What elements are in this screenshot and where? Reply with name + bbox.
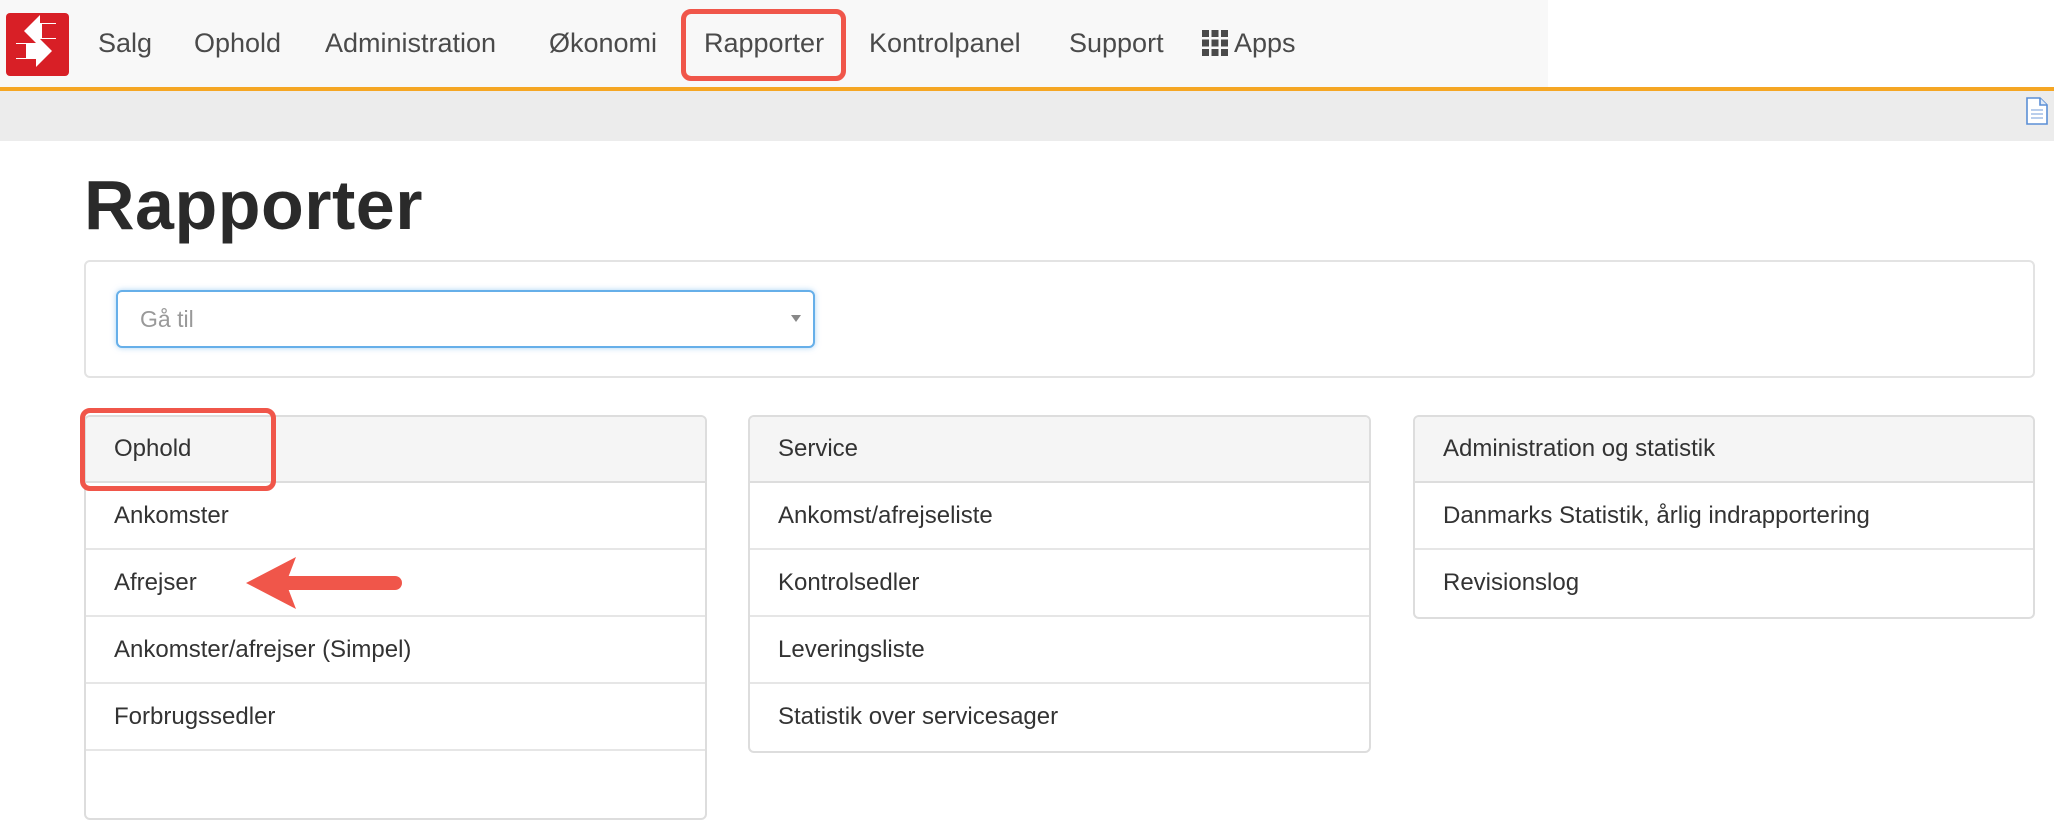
exchange-arrows-logo-icon: [16, 15, 56, 67]
report-link-danmarks-statistik[interactable]: Danmarks Statistik, årlig indrapporterin…: [1415, 483, 2033, 550]
report-link-revisionslog[interactable]: Revisionslog: [1415, 550, 2033, 617]
report-link-ankomster[interactable]: Ankomster: [86, 483, 705, 550]
report-link-forbrugssedler[interactable]: Forbrugssedler: [86, 684, 705, 751]
report-link-ankomster-afrejser-simpel[interactable]: Ankomster/afrejser (Simpel): [86, 617, 705, 684]
goto-select[interactable]: Gå til: [116, 290, 815, 348]
report-link-ankomst-afrejseliste[interactable]: Ankomst/afrejseliste: [750, 483, 1369, 550]
report-link-more[interactable]: [86, 751, 705, 818]
caret-down-icon: [791, 315, 801, 322]
document-icon[interactable]: [2026, 97, 2048, 125]
report-link-statistik-servicesager[interactable]: Statistik over servicesager: [750, 684, 1369, 751]
rapporter-highlight-annotation: [681, 9, 846, 81]
ophold-highlight-annotation: [80, 408, 276, 491]
report-link-leveringsliste[interactable]: Leveringsliste: [750, 617, 1369, 684]
nav-apps[interactable]: Apps: [1202, 0, 1296, 87]
nav-ophold[interactable]: Ophold: [194, 0, 281, 87]
nav-kontrolpanel[interactable]: Kontrolpanel: [869, 0, 1021, 87]
grid-icon: [1202, 29, 1228, 56]
page-title: Rapporter: [84, 166, 423, 244]
panel-heading-service: Service: [750, 417, 1369, 483]
arrow-left-icon: [246, 557, 402, 609]
nav-administration[interactable]: Administration: [325, 0, 496, 87]
app-logo[interactable]: [6, 13, 69, 76]
report-link-kontrolsedler[interactable]: Kontrolsedler: [750, 550, 1369, 617]
panel-service: Service Ankomst/afrejseliste Kontrolsedl…: [748, 415, 1371, 753]
goto-placeholder: Gå til: [140, 306, 194, 332]
panel-administration-statistik: Administration og statistik Danmarks Sta…: [1413, 415, 2035, 619]
panel-heading-administration-statistik: Administration og statistik: [1415, 417, 2033, 483]
nav-salg[interactable]: Salg: [98, 0, 152, 87]
secondary-toolbar: [0, 91, 2054, 141]
nav-support[interactable]: Support: [1069, 0, 1164, 87]
top-navbar: Salg Ophold Administration Økonomi Rappo…: [0, 0, 2054, 91]
goto-panel: Gå til: [84, 260, 2035, 378]
nav-apps-label: Apps: [1234, 28, 1296, 58]
nav-okonomi[interactable]: Økonomi: [549, 0, 657, 87]
